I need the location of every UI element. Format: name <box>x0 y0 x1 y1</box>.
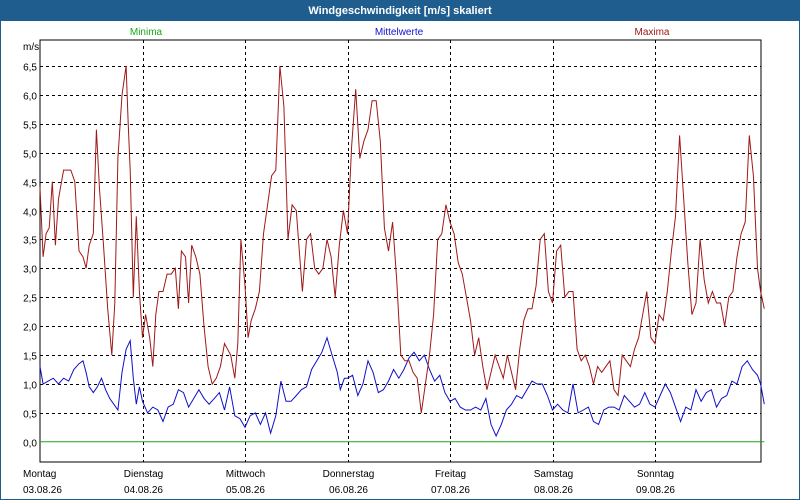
legend-maxima: Maxima <box>634 27 669 38</box>
y-tick-label: 5,5 <box>23 121 37 132</box>
plot-frame <box>39 39 762 463</box>
x-tick-day-label: Montag <box>23 469 56 480</box>
legend-mittelwerte: Mittelwerte <box>375 27 424 38</box>
y-tick-label: 0,5 <box>23 410 37 421</box>
y-tick-label: 3,0 <box>23 265 37 276</box>
y-tick-label: 6,0 <box>23 92 37 103</box>
y-tick-label: 2,0 <box>23 323 37 334</box>
x-tick-day-label: Dienstag <box>124 469 163 480</box>
x-tick-day-label: Sonntag <box>637 469 674 480</box>
x-tick-day-label: Mittwoch <box>226 469 265 480</box>
y-tick-label: 3,5 <box>23 236 37 247</box>
y-axis-label: m/s <box>23 42 39 53</box>
x-tick-date-label: 07.08.26 <box>431 485 470 496</box>
x-tick-day-label: Samstag <box>534 469 573 480</box>
y-tick-label: 0,0 <box>23 439 37 450</box>
chart-window: Windgeschwindigkeit [m/s] skaliert 0,0 0,… <box>0 0 800 500</box>
x-tick-day-label: Donnerstag <box>323 469 375 480</box>
y-tick-label: 1,5 <box>23 352 37 363</box>
grid-layer <box>39 39 762 463</box>
x-tick-day-label: Freitag <box>435 469 466 480</box>
y-tick-label: 6,5 <box>23 63 37 74</box>
y-tick-label: 2,5 <box>23 294 37 305</box>
x-tick-date-label: 06.08.26 <box>329 485 368 496</box>
y-tick-label: 4,0 <box>23 208 37 219</box>
y-tick-label: 5,0 <box>23 150 37 161</box>
x-tick-date-label: 04.08.26 <box>124 485 163 496</box>
x-tick-date-label: 09.08.26 <box>636 485 675 496</box>
y-tick-label: 4,5 <box>23 179 37 190</box>
x-tick-date-label: 03.08.26 <box>23 485 62 496</box>
x-tick-date-label: 08.08.26 <box>534 485 573 496</box>
legend-minima: Minima <box>130 27 163 38</box>
x-tick-date-label: 05.08.26 <box>226 485 265 496</box>
chart-canvas: 0,0 0,5 1,0 1,5 2,0 2,5 3,0 3,5 4,0 4,5 5,0 5,5 6,0 6… <box>23 27 765 496</box>
y-tick-label: 1,0 <box>23 381 37 392</box>
